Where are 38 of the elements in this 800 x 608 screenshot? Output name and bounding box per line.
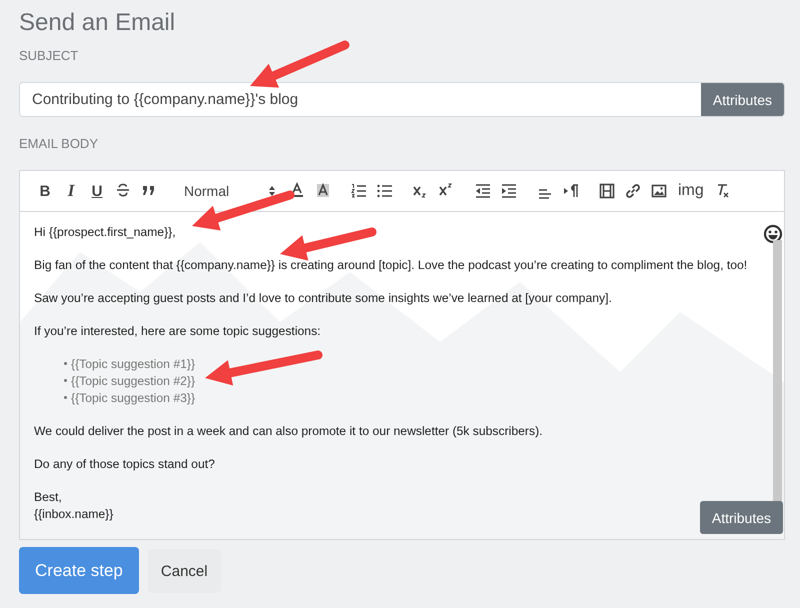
body-text: {{inbox.name}} — [34, 506, 114, 523]
attributes-button[interactable]: Attributes — [700, 501, 783, 534]
cancel-button[interactable]: Cancel — [148, 549, 221, 593]
body-text: Hi {{prospect.first_name}}, — [34, 224, 176, 241]
scrollbar-drawing[interactable] — [773, 240, 782, 502]
page-title: Send an Email — [19, 8, 176, 38]
image-tag-button[interactable]: img — [678, 182, 704, 200]
bullet-icon — [64, 378, 67, 382]
attributes-button[interactable]: Attributes — [700, 83, 784, 116]
body-text: Best, — [34, 489, 62, 506]
bullet-list-icon[interactable] — [376, 182, 394, 200]
body-text: Saw you’re accepting guest posts and I’d love to contribute some insights we’ve learned at [your company]. — [34, 290, 612, 307]
image-icon[interactable] — [650, 182, 668, 200]
bold-button[interactable]: B — [32, 180, 58, 202]
heading-dropdown[interactable]: Normal — [184, 183, 276, 199]
underline-button[interactable]: U — [84, 180, 110, 202]
subject-label: SUBJECT — [19, 48, 78, 64]
bullet-icon — [64, 396, 67, 399]
subject-field[interactable]: Contributing to {{company.name}}'s blog Attributes — [19, 82, 785, 117]
dropdown-arrows-icon — [268, 185, 276, 197]
highlight-icon[interactable] — [314, 182, 332, 200]
body-text: Big fan of the content that {{company.name}} is creating around [topic]. Love the podcast you’re creating to compliment the blog, too! — [34, 257, 748, 274]
email-body-label: EMAIL BODY — [19, 136, 98, 152]
topic-list-item: {{Topic suggestion #3}} — [71, 390, 196, 407]
body-text: Do any of those topics stand out? — [34, 456, 215, 473]
bullet-icon — [64, 362, 67, 365]
outdent-icon[interactable] — [474, 182, 492, 200]
indent-icon[interactable] — [500, 182, 518, 200]
body-text: We could deliver the post in a week and can also promote it to our newsletter (5k subscribers). — [34, 423, 543, 440]
topic-list-item: {{Topic suggestion #2}} — [71, 373, 196, 390]
body-text: If you’re interested, here are some topic suggestions: — [34, 323, 321, 340]
italic-button[interactable]: I — [58, 180, 84, 202]
numbered-list-icon[interactable] — [350, 182, 368, 200]
film-icon[interactable] — [598, 182, 616, 200]
text-direction-icon[interactable] — [562, 182, 580, 200]
emoji-icon[interactable] — [763, 224, 783, 244]
link-icon[interactable] — [624, 182, 642, 200]
topic-list-item: {{Topic suggestion #1}} — [71, 356, 196, 373]
